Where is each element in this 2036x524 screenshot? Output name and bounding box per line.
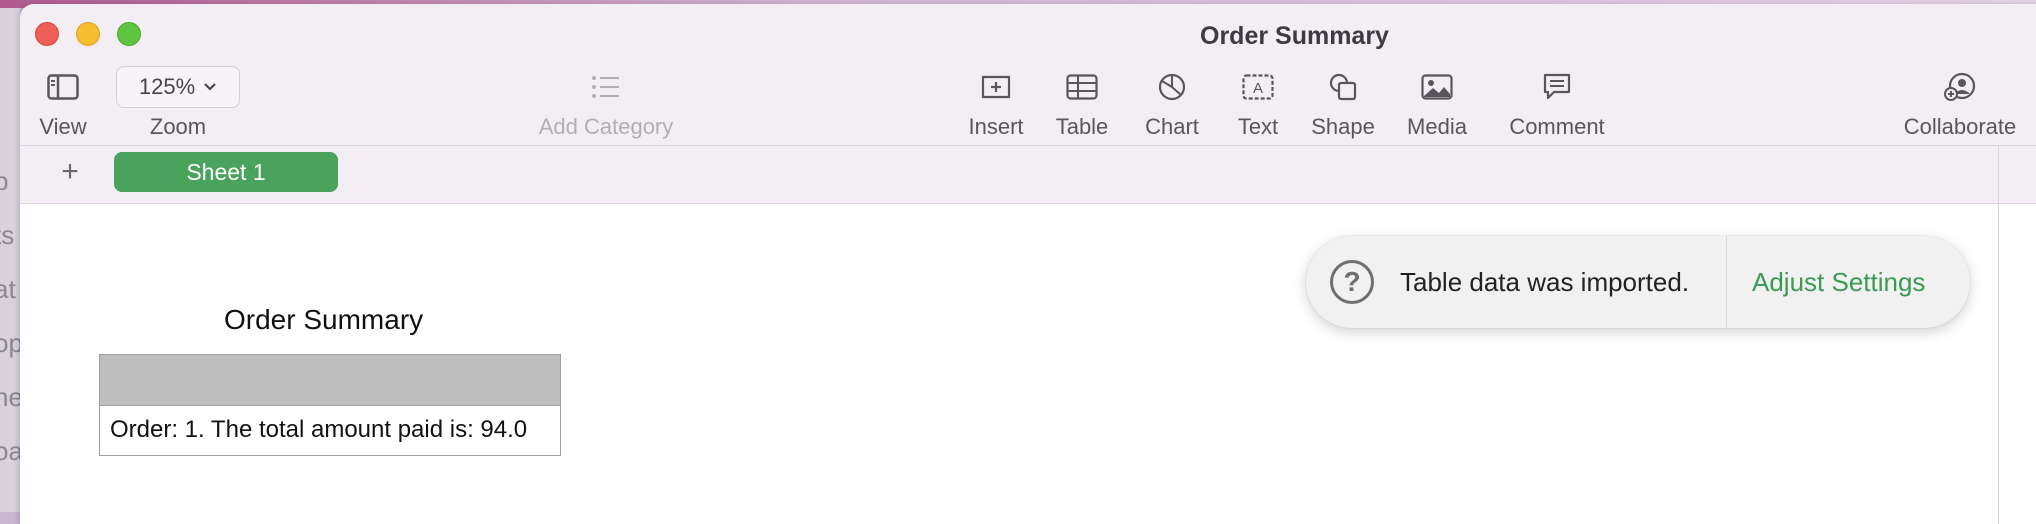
shape-label: Shape — [1311, 114, 1375, 139]
media-button[interactable]: Media — [1402, 64, 1472, 140]
toolbar: Order Summary View 125% Zoom Add Categor… — [20, 4, 2036, 146]
insert-label: Insert — [968, 114, 1024, 139]
table-button[interactable]: Table — [1050, 64, 1114, 140]
list-icon — [526, 64, 686, 110]
zoom-label: Zoom — [149, 114, 207, 139]
collaborate-label: Collaborate — [1903, 114, 2017, 139]
import-notification: ? Table data was imported. Adjust Settin… — [1306, 236, 1970, 328]
numbers-window: Order Summary View 125% Zoom Add Categor… — [20, 4, 2036, 524]
table-icon — [1050, 64, 1114, 110]
chart-button[interactable]: Chart — [1140, 64, 1204, 140]
order-table[interactable]: Order: 1. The total amount paid is: 94.0 — [99, 354, 561, 456]
add-category-label: Add Category — [538, 114, 674, 139]
sidebar-icon — [30, 64, 96, 110]
insert-icon — [960, 64, 1032, 110]
text-box-icon: A — [1230, 64, 1286, 110]
text-label: Text — [1237, 114, 1279, 139]
notification-message: Table data was imported. — [1400, 267, 1690, 297]
table-row[interactable]: Order: 1. The total amount paid is: 94.0 — [100, 406, 560, 455]
adjust-settings-button[interactable]: Adjust Settings — [1752, 267, 1925, 298]
sheet-tab-bar: + Sheet 1 — [20, 146, 2036, 204]
svg-text:A: A — [1253, 80, 1263, 97]
media-label: Media — [1407, 114, 1467, 139]
table-header-row[interactable] — [100, 355, 560, 406]
minimize-button[interactable] — [76, 22, 100, 46]
view-label: View — [39, 114, 87, 139]
add-sheet-button[interactable]: + — [50, 152, 90, 192]
shape-button[interactable]: Shape — [1308, 64, 1378, 140]
pie-chart-icon — [1140, 64, 1204, 110]
chevron-down-icon — [204, 83, 216, 91]
photo-icon — [1402, 64, 1472, 110]
text-button[interactable]: A Text — [1230, 64, 1286, 140]
comment-label: Comment — [1509, 114, 1605, 139]
sheet-canvas: Order Summary Order: 1. The total amount… — [20, 204, 1998, 524]
table-label: Table — [1055, 114, 1109, 139]
add-category-button[interactable]: Add Category — [526, 64, 686, 140]
fullscreen-button[interactable] — [117, 22, 141, 46]
zoom-control[interactable]: 125% Zoom — [116, 64, 240, 140]
sidebar-divider — [1998, 146, 1999, 524]
chart-label: Chart — [1145, 114, 1199, 139]
comment-icon — [1502, 64, 1612, 110]
shape-icon — [1308, 64, 1378, 110]
background-window: p ts at op ne oa — [0, 8, 23, 512]
view-button[interactable]: View — [30, 64, 96, 140]
close-button[interactable] — [35, 22, 59, 46]
notification-divider — [1726, 236, 1727, 328]
collaborate-button[interactable]: Collaborate — [1896, 64, 2024, 140]
zoom-value: 125% — [138, 74, 196, 99]
question-icon: ? — [1330, 260, 1374, 304]
tab-sheet-1[interactable]: Sheet 1 — [114, 152, 338, 192]
insert-button[interactable]: Insert — [960, 64, 1032, 140]
window-title: Order Summary — [1200, 22, 1389, 50]
comment-button[interactable]: Comment — [1502, 64, 1612, 140]
collaborate-icon — [1896, 64, 2024, 110]
table-title[interactable]: Order Summary — [224, 304, 423, 336]
zoom-dropdown[interactable]: 125% — [116, 66, 240, 108]
